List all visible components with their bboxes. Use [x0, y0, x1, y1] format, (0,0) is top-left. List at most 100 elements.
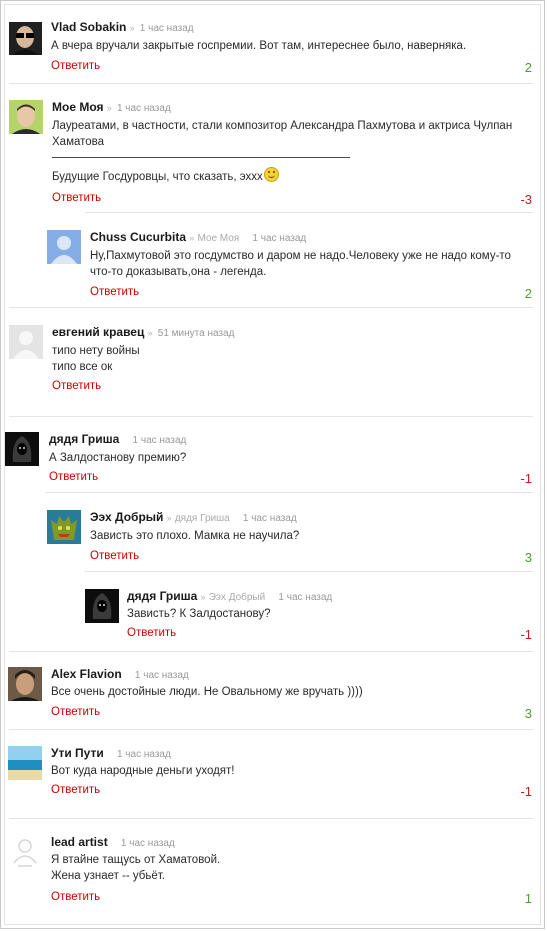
separator: » [106, 103, 112, 113]
separator: » [166, 513, 172, 523]
comment-author[interactable]: Мое Моя [52, 100, 104, 114]
reply-button[interactable]: Ответить [127, 627, 176, 639]
goblin-avatar[interactable] [47, 510, 81, 544]
comment-text-line: типо все ок [52, 361, 113, 373]
comment-item: lead artist 1 час назад Я втайне тащусь … [8, 835, 539, 906]
comment-text: Вот куда народные деньги уходят! [51, 763, 234, 779]
comment-text-line: что-то доказывать,она - легенда. [90, 266, 267, 278]
comment-author[interactable]: дядя Гриша [49, 432, 119, 446]
comment-item: евгений кравец » 51 минута назад типо не… [9, 325, 539, 395]
comment-text: Зависть это плохо. Мамка не научила? [90, 528, 299, 544]
comment-item: Alex Flavion 1 час назад Все очень досто… [8, 667, 539, 723]
divider [85, 212, 533, 213]
comment-time[interactable]: 1 час назад [117, 103, 171, 114]
comment-item: Vlad Sobakin » 1 час назад А вчера вруча… [9, 20, 539, 80]
reply-button[interactable]: Ответить [49, 471, 98, 483]
comment-time[interactable]: 1 час назад [278, 592, 332, 603]
divider [9, 83, 533, 84]
divider [9, 651, 533, 652]
comment-score: 2 [524, 286, 532, 301]
comment-author[interactable]: Alex Flavion [51, 667, 122, 681]
comment-text: Ну,Пахмутовой это госдумство и даром не … [90, 248, 511, 280]
comment-item: Ути Пути 1 час назад Вот куда народные д… [8, 746, 539, 802]
dark-glasses-avatar[interactable] [9, 22, 42, 55]
comment-time[interactable]: 1 час назад [243, 513, 297, 524]
comment-time[interactable]: 1 час назад [135, 670, 189, 681]
comment-text-extra: Будущие Госдуровцы, что сказать, эххх [52, 171, 263, 183]
comment-text-line: Зависть? К Залдостанову? [127, 608, 271, 620]
comment-author[interactable]: Chuss Cucurbita [90, 230, 186, 244]
comment-score: 1 [524, 891, 532, 906]
hooded-figure-avatar[interactable] [5, 432, 39, 466]
comment-text-line: Лауреатами, в частности, стали композито… [52, 120, 513, 132]
comment-text: А вчера вручали закрытые госпремии. Вот … [51, 38, 466, 54]
beach-avatar[interactable] [8, 746, 42, 780]
comment-text: Я втайне тащусь от Хаматовой. Жена узнае… [51, 852, 220, 884]
comment-text-line: Хаматова [52, 136, 105, 148]
comment-score: 3 [524, 706, 532, 721]
comment-score: -1 [520, 471, 532, 486]
default-blue-avatar[interactable] [47, 230, 81, 264]
reply-button[interactable]: Ответить [51, 784, 100, 796]
comment-time[interactable]: 51 минута назад [158, 328, 235, 339]
comment-score: 2 [524, 60, 532, 75]
comment-author[interactable]: Ути Пути [51, 746, 104, 760]
comment-author[interactable]: Ээх Добрый [90, 510, 163, 524]
comment-text: типо нету войны типо все ок [52, 343, 140, 375]
comment-text-line: Жена узнает -- убьёт. [51, 870, 165, 882]
comment-text-line: А Залдостанову премию? [49, 452, 187, 464]
horizontal-rule [52, 157, 350, 158]
comment-text-line: Вот куда народные деньги уходят! [51, 765, 235, 777]
divider [9, 729, 533, 730]
man-portrait-avatar[interactable] [8, 667, 42, 701]
separator: » [147, 328, 153, 338]
comment-time[interactable]: 1 час назад [121, 838, 175, 849]
comment-item: дядя Гриша 1 час назад А Залдостанову пр… [5, 432, 539, 490]
comment-item: дядя Гриша » Ээх Добрый 1 час назад Зави… [85, 589, 539, 645]
hooded-figure-avatar[interactable] [85, 589, 119, 623]
separator: » [189, 233, 195, 243]
comment-text-line: А вчера вручали закрытые госпремии. Вот … [51, 40, 467, 52]
smiley-icon [263, 167, 279, 182]
comment-text: Все очень достойные люди. Не Овальному ж… [51, 684, 363, 700]
reply-button[interactable]: Ответить [90, 286, 139, 298]
reply-to-author[interactable]: дядя Гриша [175, 513, 230, 524]
comment-time[interactable]: 1 час назад [140, 23, 194, 34]
comment-author[interactable]: Vlad Sobakin [51, 20, 126, 34]
no-photo-avatar[interactable] [8, 835, 42, 869]
reply-button[interactable]: Ответить [52, 380, 101, 392]
divider [9, 416, 533, 417]
comment-author[interactable]: дядя Гриша [127, 589, 197, 603]
comment-time[interactable]: 1 час назад [117, 749, 171, 760]
comment-author[interactable]: lead artist [51, 835, 108, 849]
reply-button[interactable]: Ответить [90, 550, 139, 562]
comment-score: -3 [520, 192, 532, 207]
comment-text: Лауреатами, в частности, стали композито… [52, 118, 512, 185]
comment-item: Ээх Добрый » дядя Гриша 1 час назад Зави… [47, 510, 539, 566]
separator: » [129, 23, 135, 33]
comment-score: -1 [520, 627, 532, 642]
separator: » [200, 592, 206, 602]
comment-text-line: Я втайне тащусь от Хаматовой. [51, 854, 221, 866]
reply-to-author[interactable]: Ээх Добрый [209, 592, 265, 603]
comment-text-line: Зависть это плохо. Мамка не научила? [90, 530, 300, 542]
comment-score: 3 [524, 550, 532, 565]
reply-to-author[interactable]: Мое Моя [197, 233, 239, 244]
comment-text-line: Все очень достойные люди. Не Овальному ж… [51, 686, 363, 698]
man-photo-avatar[interactable] [9, 100, 43, 134]
comment-time[interactable]: 1 час назад [252, 233, 306, 244]
comment-item: Мое Моя » 1 час назад Лауреатами, в част… [9, 100, 539, 210]
comment-text-line: Ну,Пахмутовой это госдумство и даром не … [90, 250, 511, 262]
comment-item: Chuss Cucurbita » Мое Моя 1 час назад Ну… [47, 230, 539, 302]
reply-button[interactable]: Ответить [51, 60, 100, 72]
default-grey-avatar[interactable] [9, 325, 43, 359]
reply-button[interactable]: Ответить [51, 706, 100, 718]
comment-author[interactable]: евгений кравец [52, 325, 144, 339]
reply-button[interactable]: Ответить [51, 891, 100, 903]
reply-button[interactable]: Ответить [52, 192, 101, 204]
comment-text-line: Будущие Госдуровцы, что сказать, эххх [52, 167, 512, 185]
comment-time[interactable]: 1 час назад [133, 435, 187, 446]
divider [84, 571, 533, 572]
comment-text: Зависть? К Залдостанову? [127, 606, 271, 622]
comment-text: А Залдостанову премию? [49, 450, 186, 466]
